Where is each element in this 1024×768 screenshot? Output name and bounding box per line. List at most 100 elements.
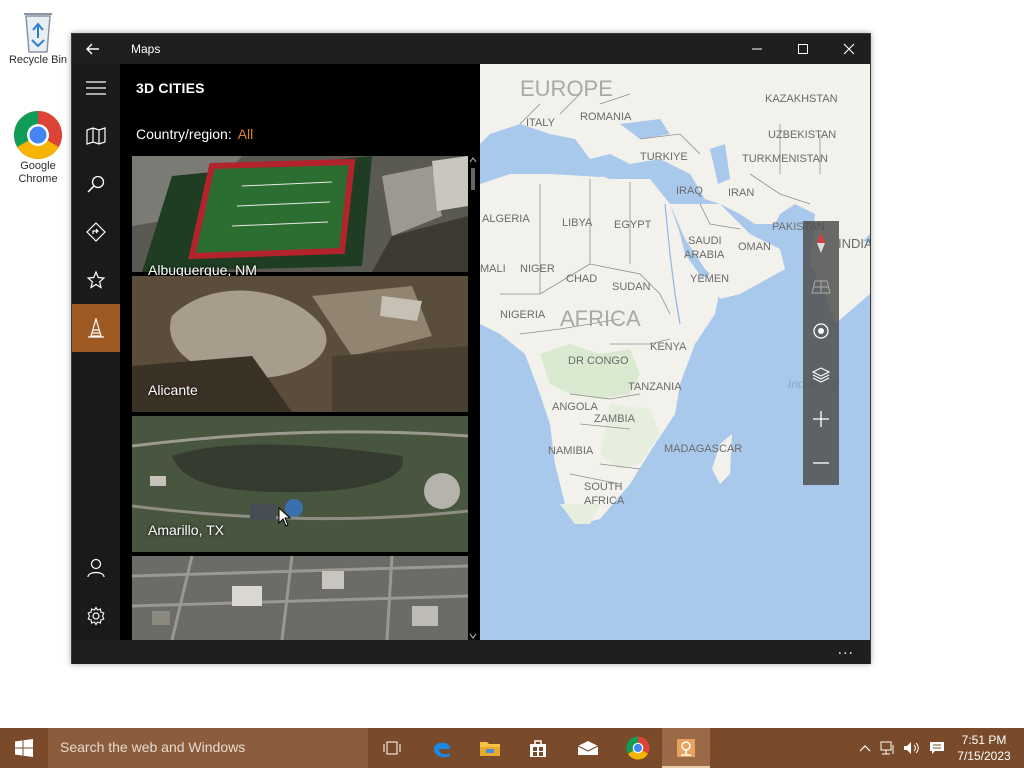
city-item-amarillo[interactable]: Amarillo, TX: [132, 416, 468, 552]
more-options-button[interactable]: ...: [838, 642, 854, 658]
star-icon: [87, 271, 105, 289]
mail-icon: [577, 741, 599, 755]
app-bar: ...: [72, 640, 870, 664]
taskbar-file-explorer-button[interactable]: [466, 728, 514, 768]
hamburger-button[interactable]: [72, 64, 120, 112]
taskbar-maps-button[interactable]: [662, 728, 710, 768]
close-button[interactable]: [826, 34, 872, 64]
taskbar-edge-button[interactable]: [418, 728, 466, 768]
map-label-mali: MALI: [480, 263, 506, 275]
map-label-egypt: EGYPT: [614, 219, 652, 231]
map-layers-button[interactable]: [803, 353, 839, 397]
list-scrollbar[interactable]: [468, 156, 478, 640]
map-label-india: INDIA: [838, 236, 870, 251]
taskbar-search-box[interactable]: Search the web and Windows: [48, 728, 368, 768]
chevron-up-icon: [859, 745, 871, 752]
map-label-italy: ITALY: [526, 117, 556, 129]
scrollbar-arrows-icon: [469, 157, 477, 639]
show-location-button[interactable]: [803, 309, 839, 353]
country-value-link[interactable]: All: [238, 126, 254, 142]
chrome-icon: [13, 110, 63, 160]
3d-cities-icon: [88, 318, 104, 338]
minimize-button[interactable]: [734, 34, 780, 64]
volume-tray-button[interactable]: [902, 728, 922, 768]
start-button[interactable]: [0, 728, 48, 768]
map-label-turkiye: TURKIYE: [640, 151, 688, 163]
speaker-icon: [904, 742, 919, 754]
task-view-icon: [383, 741, 401, 755]
map-label-oman: OMAN: [738, 241, 771, 253]
directions-icon: [86, 222, 106, 242]
panel-title: 3D CITIES: [136, 80, 205, 96]
map-label-africa: AFRICA: [560, 306, 641, 331]
recycle-bin-desktop-icon[interactable]: Recycle Bin: [2, 8, 74, 67]
back-button[interactable]: [82, 39, 106, 59]
country-label: Country/region:: [136, 126, 232, 142]
city-item-alicante[interactable]: Alicante: [132, 276, 468, 412]
edge-icon: [434, 742, 450, 758]
taskbar-store-button[interactable]: [514, 728, 562, 768]
zoom-out-button[interactable]: [803, 441, 839, 485]
city-item-albuquerque[interactable]: Albuquerque, NM: [132, 156, 468, 292]
task-view-button[interactable]: [368, 728, 416, 768]
map-label-namibia: NAMIBIA: [548, 445, 594, 457]
nav-search-button[interactable]: [72, 160, 120, 208]
map-label-chad: CHAD: [566, 273, 597, 285]
map-label-saudi-2: ARABIA: [684, 249, 725, 261]
map-label-kenya: KENYA: [650, 341, 687, 353]
taskbar-clock[interactable]: 7:51 PM 7/15/2023: [948, 732, 1020, 764]
nav-map-button[interactable]: [72, 112, 120, 160]
map-label-south-africa-2: AFRICA: [584, 495, 625, 507]
map-label-uzbekistan: UZBEKISTAN: [768, 129, 836, 141]
layers-icon: [812, 367, 830, 383]
map-label-libya: LIBYA: [562, 217, 593, 229]
city-thumbnail: [132, 156, 468, 272]
window-title: Maps: [131, 42, 161, 56]
nav-account-button[interactable]: [72, 544, 120, 592]
compass-button[interactable]: [803, 221, 839, 265]
maximize-icon: [798, 44, 808, 54]
minimize-icon: [752, 48, 762, 50]
nav-directions-button[interactable]: [72, 208, 120, 256]
taskbar-mail-button[interactable]: [564, 728, 612, 768]
tilt-button[interactable]: [803, 265, 839, 309]
map-label-iran: IRAN: [728, 187, 754, 199]
nav-settings-button[interactable]: [72, 592, 120, 640]
recycle-bin-icon: [24, 13, 52, 53]
action-center-button[interactable]: [926, 728, 948, 768]
maps-window: Maps 3D CITIES Country/region: All Albuq…: [71, 33, 871, 664]
nav-favorites-button[interactable]: [72, 256, 120, 304]
gear-icon: [87, 606, 105, 626]
map-controls: [803, 221, 839, 485]
map-label-zambia: ZAMBIA: [594, 413, 636, 425]
chrome-label: Google Chrome: [18, 160, 58, 185]
back-arrow-icon: [86, 43, 99, 55]
map-label-iraq: IRAQ: [676, 185, 703, 197]
taskbar-chrome-button[interactable]: [614, 728, 662, 768]
search-icon: [87, 175, 105, 193]
tilt-grid-icon: [811, 280, 831, 294]
map-label-turkmenistan: TURKMENISTAN: [742, 153, 828, 165]
network-tray-button[interactable]: [878, 728, 898, 768]
plus-icon: [813, 411, 829, 427]
nav-3d-cities-button[interactable]: [72, 304, 120, 352]
close-icon: [843, 43, 855, 55]
recycle-bin-label: Recycle Bin: [8, 54, 68, 66]
hamburger-icon: [86, 81, 106, 95]
map-view[interactable]: EUROPE KAZAKHSTAN ROMANIA ITALY UZBEKIST…: [480, 64, 870, 640]
city-label: Alicante: [148, 382, 198, 398]
map-label-sudan: SUDAN: [612, 281, 651, 293]
map-label-yemen: YEMEN: [690, 273, 729, 285]
map-label-south-africa-1: SOUTH: [584, 481, 623, 493]
clock-date: 7/15/2023: [957, 749, 1011, 763]
map-label-drcongo: DR CONGO: [568, 355, 629, 367]
country-filter: Country/region: All: [136, 126, 253, 142]
folder-icon: [480, 742, 500, 756]
chrome-desktop-icon[interactable]: Google Chrome: [2, 110, 74, 186]
zoom-in-button[interactable]: [803, 397, 839, 441]
map-label-saudi-1: SAUDI: [688, 235, 722, 247]
maximize-button[interactable]: [780, 34, 826, 64]
cities-list: Albuquerque, NM Alicante Amarillo, TX: [132, 156, 468, 640]
show-hidden-icons-button[interactable]: [856, 728, 874, 768]
city-item-4[interactable]: [132, 556, 468, 640]
